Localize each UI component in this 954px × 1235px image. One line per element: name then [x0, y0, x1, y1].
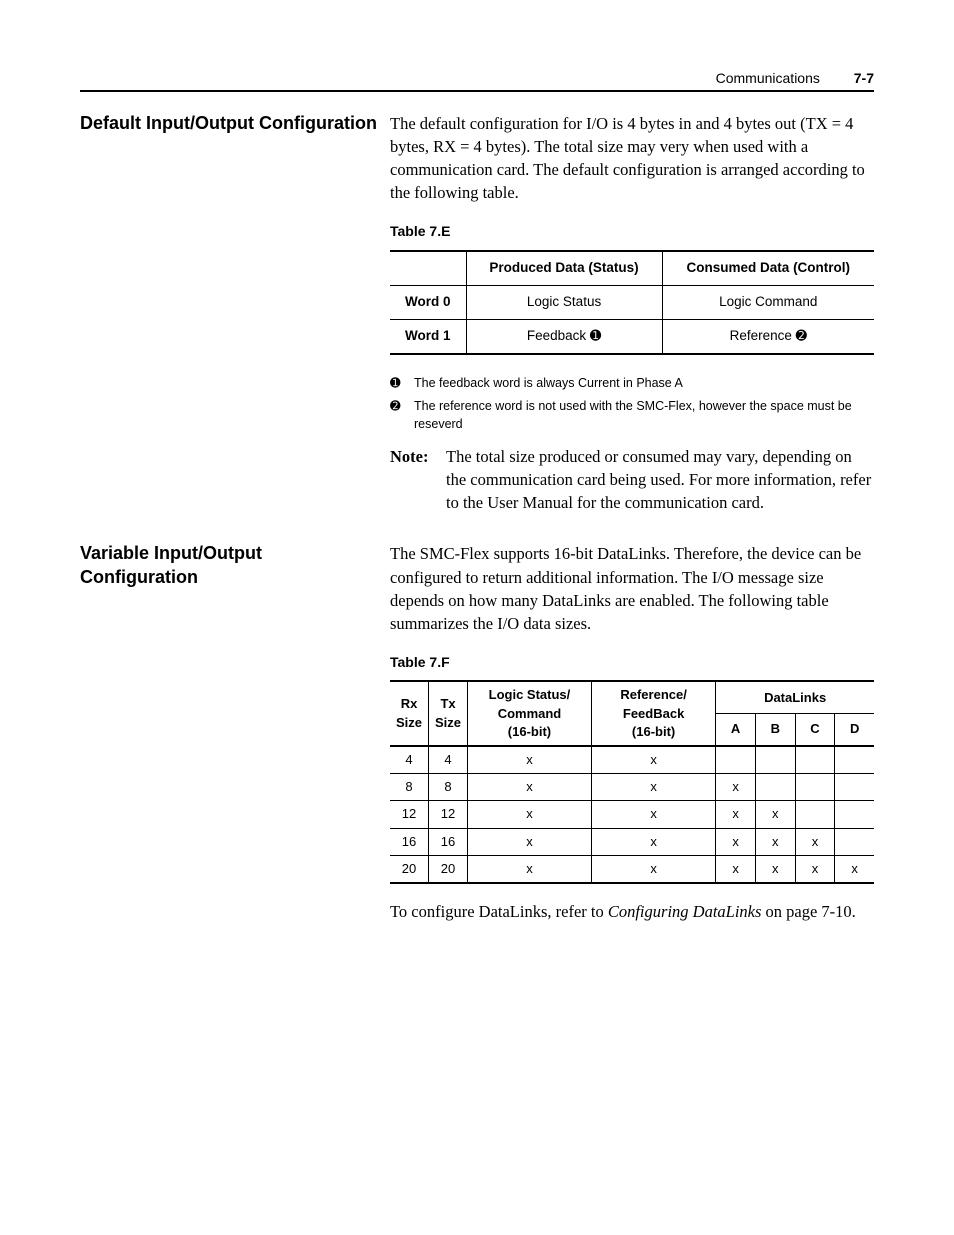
table-7f-cell: x [468, 774, 592, 801]
closing-text: To configure DataLinks, refer to Configu… [390, 900, 874, 923]
table-7f-cell: 20 [429, 855, 468, 883]
table-7f-cell [795, 746, 835, 774]
th-c: C [795, 714, 835, 746]
table-7f-cell: x [755, 828, 795, 855]
table-7f-cell: 4 [429, 746, 468, 774]
table-7f-cell [716, 746, 756, 774]
table-7f-cell: 4 [390, 746, 429, 774]
table-7e-r1c1: Feedback ➊ [466, 319, 662, 353]
section-heading-variable-io: Variable Input/Output Configuration [80, 542, 390, 923]
table-7f: RxSize TxSize Logic Status/Command(16-bi… [390, 680, 874, 884]
table-7f-cell: x [716, 801, 756, 828]
th-d: D [835, 714, 874, 746]
table-7f-cell: 16 [390, 828, 429, 855]
note-text: The total size produced or consumed may … [446, 445, 874, 514]
table-7f-cell: 12 [390, 801, 429, 828]
page-header: Communications 7-7 [716, 70, 874, 86]
table-7e-h1 [390, 251, 466, 285]
table-7f-cell: x [591, 801, 715, 828]
table-7e-caption: Table 7.E [390, 222, 874, 242]
table-7e-footnotes: ➊ The feedback word is always Current in… [390, 375, 874, 434]
table-7e: Produced Data (Status) Consumed Data (Co… [390, 250, 874, 355]
table-7f-cell: x [755, 855, 795, 883]
th-reference: Reference/FeedBack(16-bit) [591, 681, 715, 746]
table-7f-cell: 12 [429, 801, 468, 828]
table-7f-cell [795, 801, 835, 828]
table-7f-cell: 16 [429, 828, 468, 855]
table-7f-cell: 8 [390, 774, 429, 801]
table-7f-cell [835, 774, 874, 801]
table-7f-cell [755, 746, 795, 774]
table-7f-cell [755, 774, 795, 801]
table-7f-cell: x [591, 855, 715, 883]
table-7f-cell [835, 801, 874, 828]
table-7f-cell: x [795, 855, 835, 883]
table-7f-cell [835, 746, 874, 774]
th-datalinks: DataLinks [716, 681, 874, 713]
table-7f-cell [795, 774, 835, 801]
table-7e-h2: Produced Data (Status) [466, 251, 662, 285]
table-7f-cell: x [716, 855, 756, 883]
table-7f-cell: x [755, 801, 795, 828]
table-7f-caption: Table 7.F [390, 653, 874, 673]
table-7f-cell: x [716, 828, 756, 855]
table-7f-cell: x [795, 828, 835, 855]
note-block: Note: The total size produced or consume… [390, 445, 874, 514]
th-logic-status: Logic Status/Command(16-bit) [468, 681, 592, 746]
table-7f-cell: x [591, 746, 715, 774]
th-rx: RxSize [390, 681, 429, 746]
table-7f-cell: x [591, 774, 715, 801]
section-heading-default-io: Default Input/Output Configuration [80, 112, 390, 514]
table-7f-cell: x [468, 801, 592, 828]
table-7e-r1c2: Reference ➋ [662, 319, 874, 353]
table-7f-cell: x [468, 828, 592, 855]
footnote-1-text: The feedback word is always Current in P… [414, 375, 683, 393]
section-name: Communications [716, 70, 820, 86]
footnote-2-symbol: ➋ [390, 398, 414, 433]
footnote-2-text: The reference word is not used with the … [414, 398, 874, 433]
table-7e-r0c2: Logic Command [662, 285, 874, 319]
closing-link: Configuring DataLinks [608, 902, 762, 921]
table-7f-cell: x [835, 855, 874, 883]
table-7f-cell: x [716, 774, 756, 801]
page-number: 7-7 [854, 70, 874, 86]
table-7e-r0c0: Word 0 [390, 285, 466, 319]
note-label: Note: [390, 445, 446, 514]
table-7f-cell: 20 [390, 855, 429, 883]
table-7f-cell: x [591, 828, 715, 855]
table-7e-h3: Consumed Data (Control) [662, 251, 874, 285]
th-tx: TxSize [429, 681, 468, 746]
section2-paragraph: The SMC-Flex supports 16-bit DataLinks. … [390, 542, 874, 634]
footnote-1-symbol: ➊ [390, 375, 414, 393]
table-7e-r0c1: Logic Status [466, 285, 662, 319]
table-7f-cell: x [468, 855, 592, 883]
table-7f-cell: x [468, 746, 592, 774]
table-7f-cell [835, 828, 874, 855]
table-7e-r1c0: Word 1 [390, 319, 466, 353]
section1-paragraph: The default configuration for I/O is 4 b… [390, 112, 874, 204]
th-a: A [716, 714, 756, 746]
table-7f-cell: 8 [429, 774, 468, 801]
th-b: B [755, 714, 795, 746]
